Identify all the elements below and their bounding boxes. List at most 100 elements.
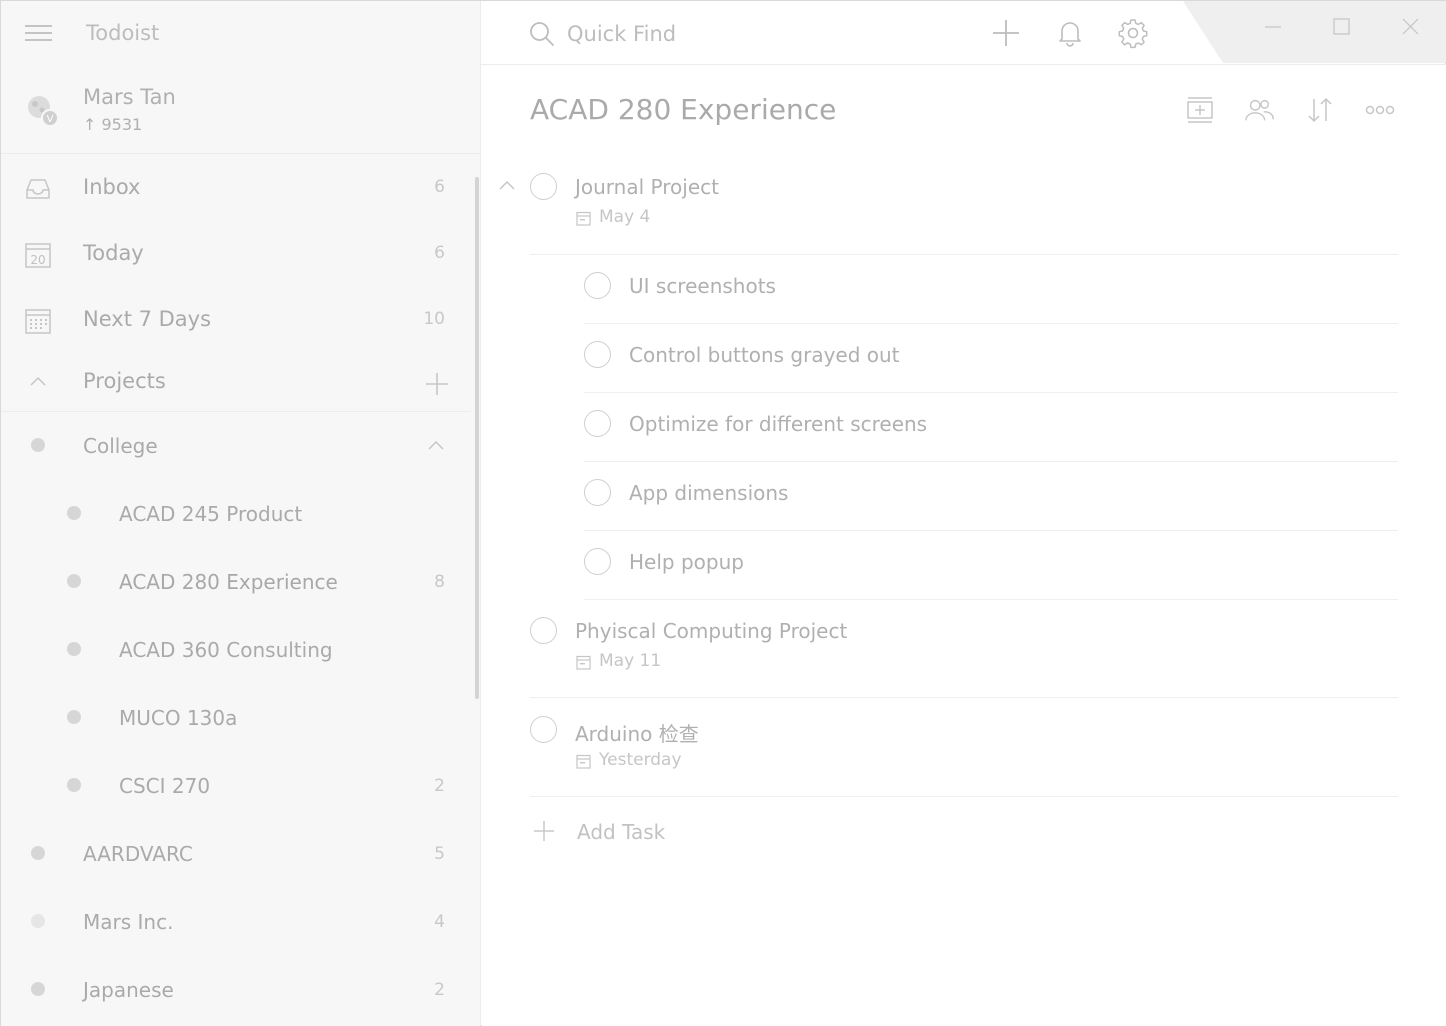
calendar-week-icon [25, 309, 51, 334]
add-task-icon[interactable] [990, 17, 1022, 49]
user-profile[interactable]: V Mars Tan ↑ 9531 [1, 65, 480, 154]
task-checkbox[interactable] [584, 272, 611, 299]
task-checkbox[interactable] [584, 548, 611, 575]
title-bar: Todoist [1, 1, 1446, 65]
task-title: App dimensions [629, 481, 789, 505]
calendar-today-icon: 20 [25, 243, 51, 268]
add-section-icon[interactable] [1185, 95, 1215, 125]
subtask-item[interactable]: Control buttons grayed out [482, 324, 1402, 392]
plus-icon [534, 821, 554, 841]
minimize-icon[interactable] [1255, 13, 1291, 43]
nav-inbox-label: Inbox [83, 175, 141, 199]
app-window: Todoist Quick Find V Mars Tan ↑ 9531 Inb… [0, 0, 1446, 1026]
task-title: Optimize for different screens [629, 412, 928, 436]
inbox-icon [26, 179, 50, 199]
nav-next-7-days-count: 10 [423, 309, 445, 329]
project-color-dot [31, 982, 45, 996]
task-item[interactable]: Journal Project May 4 [482, 163, 1402, 255]
task-item[interactable]: Arduino 检查 Yesterday [482, 698, 1402, 796]
project-item-acad-245[interactable]: ACAD 245 Product [1, 482, 471, 550]
nav-inbox[interactable]: Inbox 6 [1, 158, 471, 220]
task-title: Help popup [629, 550, 744, 574]
main-content: ACAD 280 Experience Journal Project May … [482, 65, 1446, 1026]
project-count: 8 [434, 572, 445, 592]
calendar-icon [576, 655, 591, 670]
project-item-college[interactable]: College [1, 416, 471, 482]
karma-score: ↑ 9531 [83, 115, 143, 134]
project-name: Mars Inc. [83, 910, 174, 934]
project-name: ACAD 280 Experience [119, 570, 338, 594]
user-name: Mars Tan [83, 85, 176, 109]
project-color-dot [67, 574, 81, 588]
project-item-csci-270[interactable]: CSCI 270 2 [1, 754, 471, 822]
add-project-icon[interactable] [425, 372, 449, 396]
task-checkbox[interactable] [584, 479, 611, 506]
task-title: Phyiscal Computing Project [575, 619, 848, 643]
share-people-icon[interactable] [1244, 95, 1274, 125]
sort-icon[interactable] [1305, 95, 1335, 125]
project-name: College [83, 434, 158, 458]
nav-inbox-count: 6 [434, 177, 445, 197]
divider [530, 796, 1398, 797]
maximize-icon[interactable] [1323, 13, 1359, 43]
collapse-subtasks-icon[interactable] [499, 180, 515, 190]
project-name: AARDVARC [83, 842, 193, 866]
page-title: ACAD 280 Experience [530, 93, 837, 126]
project-color-dot [67, 642, 81, 656]
subtask-item[interactable]: UI screenshots [482, 255, 1402, 323]
calendar-icon [576, 754, 591, 769]
task-checkbox[interactable] [584, 341, 611, 368]
search-icon[interactable] [529, 21, 555, 47]
task-checkbox[interactable] [530, 173, 557, 200]
task-due-date[interactable]: May 11 [599, 651, 661, 671]
project-item-muco-130a[interactable]: MUCO 130a [1, 686, 471, 754]
task-checkbox[interactable] [530, 716, 557, 743]
project-name: ACAD 360 Consulting [119, 638, 333, 662]
subtask-item[interactable]: Optimize for different screens [482, 393, 1402, 461]
project-color-dot [31, 846, 45, 860]
task-title: UI screenshots [629, 274, 776, 298]
close-icon[interactable] [1392, 13, 1428, 43]
nav-next-7-days-label: Next 7 Days [83, 307, 212, 331]
project-item-japanese[interactable]: Japanese 2 [1, 958, 471, 1026]
project-item-acad-280[interactable]: ACAD 280 Experience 8 [1, 550, 471, 618]
project-item-mars-inc[interactable]: Mars Inc. 4 [1, 890, 471, 958]
bell-icon[interactable] [1054, 17, 1086, 49]
project-color-dot [67, 778, 81, 792]
task-checkbox[interactable] [530, 617, 557, 644]
task-due-date[interactable]: May 4 [599, 207, 650, 227]
task-due-date[interactable]: Yesterday [599, 750, 682, 770]
more-options-icon[interactable] [1364, 95, 1396, 125]
project-count: 2 [434, 980, 445, 1000]
calendar-icon [576, 211, 591, 226]
nav-today-count: 6 [434, 243, 445, 263]
add-task-label: Add Task [577, 820, 666, 844]
chevron-up-icon[interactable] [30, 376, 46, 386]
task-checkbox[interactable] [584, 410, 611, 437]
subtask-item[interactable]: Help popup [482, 531, 1402, 599]
project-name: Japanese [83, 978, 174, 1002]
project-count: 2 [434, 776, 445, 796]
task-item[interactable]: Phyiscal Computing Project May 11 [482, 600, 1402, 698]
project-color-dot [67, 506, 81, 520]
projects-header[interactable]: Projects [1, 352, 471, 412]
nav-today[interactable]: 20 Today 6 [1, 224, 471, 286]
menu-icon[interactable] [25, 25, 52, 42]
project-item-acad-360[interactable]: ACAD 360 Consulting [1, 618, 471, 686]
project-name: CSCI 270 [119, 774, 211, 798]
gear-icon[interactable] [1117, 17, 1149, 49]
quick-find-input[interactable] [567, 19, 867, 49]
chevron-up-icon[interactable] [428, 440, 444, 450]
project-item-aardvarc[interactable]: AARDVARC 5 [1, 822, 471, 890]
project-color-dot [67, 710, 81, 724]
add-task-button[interactable]: Add Task [482, 805, 1402, 861]
task-title: Arduino 检查 [575, 722, 699, 746]
avatar: V [28, 96, 59, 127]
nav-next-7-days[interactable]: Next 7 Days 10 [1, 290, 471, 352]
app-title: Todoist [86, 21, 160, 45]
sidebar-scrollbar[interactable] [475, 177, 479, 699]
nav-today-label: Today [83, 241, 144, 265]
task-title: Control buttons grayed out [629, 343, 900, 367]
subtask-item[interactable]: App dimensions [482, 462, 1402, 530]
project-name: MUCO 130a [119, 706, 238, 730]
